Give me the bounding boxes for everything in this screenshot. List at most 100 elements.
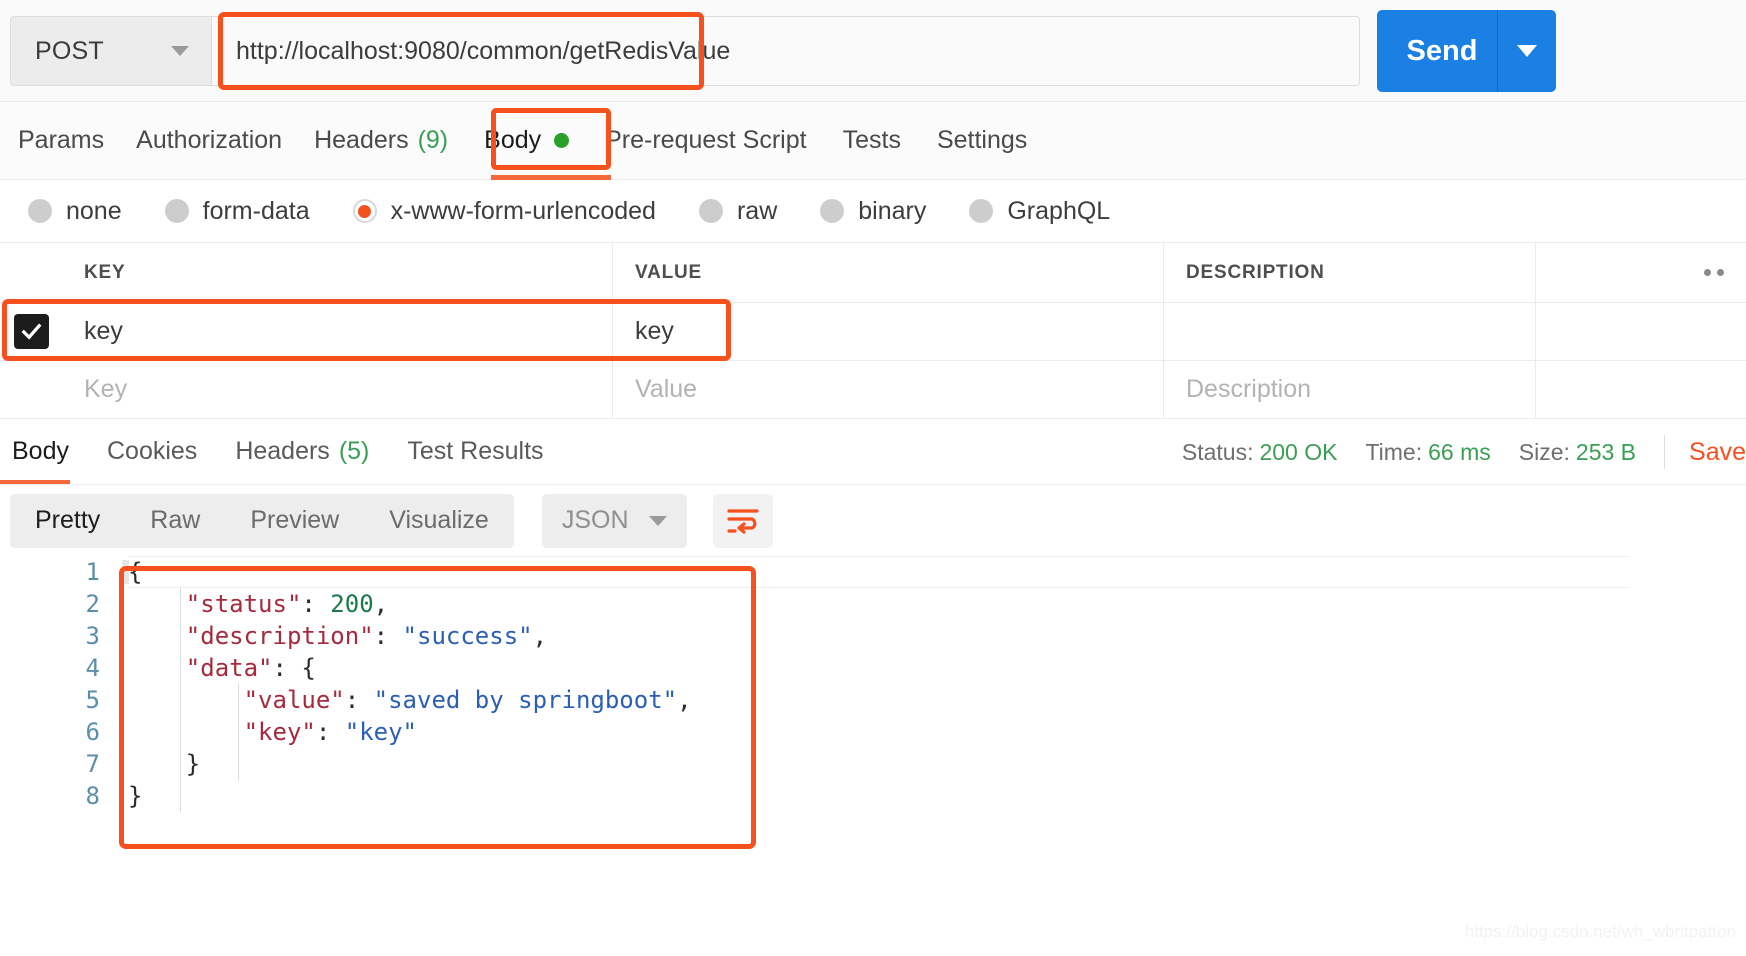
- code-token: :: [316, 718, 345, 746]
- response-tab-label: Cookies: [107, 437, 197, 466]
- checkbox-checked-icon: [14, 314, 49, 349]
- response-tabs: Body Cookies Headers(5) Test Results Status…: [0, 418, 1746, 484]
- row-checkbox-empty[interactable]: [0, 361, 62, 418]
- body-type-form-data[interactable]: form-data: [165, 197, 310, 226]
- code-line: "key": "key": [128, 716, 1746, 748]
- url-input-value: http://localhost:9080/common/getRedisVal…: [212, 37, 730, 66]
- body-type-x-www-form-urlencoded[interactable]: x-www-form-urlencoded: [353, 197, 656, 226]
- watermark-text: https://blog.csdn.net/wh_wbritpatton: [1465, 922, 1736, 942]
- request-tab-tests[interactable]: Tests: [843, 102, 901, 180]
- view-mode-visualize[interactable]: Visualize: [364, 506, 514, 535]
- http-method-selector[interactable]: POST: [10, 16, 212, 86]
- save-response-link[interactable]: Save: [1689, 438, 1746, 467]
- body-type-binary[interactable]: binary: [820, 197, 926, 226]
- chevron-down-icon: [171, 46, 189, 56]
- view-mode-preview[interactable]: Preview: [225, 506, 364, 535]
- body-type-label: none: [66, 197, 122, 226]
- response-tab-cookies[interactable]: Cookies: [107, 419, 197, 485]
- body-tab-active-underline: [491, 175, 611, 180]
- radio-unselected-icon: [28, 199, 52, 223]
- bulk-edit-dots-icon[interactable]: [1536, 243, 1746, 302]
- code-line: }: [128, 748, 1746, 780]
- status-badge: Status:200 OK: [1182, 439, 1338, 466]
- response-format-selector[interactable]: JSON: [542, 494, 687, 548]
- code-token: [128, 718, 244, 746]
- new-row-actions: [1536, 361, 1746, 418]
- response-view-toolbar: PrettyRawPreviewVisualize JSON: [0, 484, 1746, 556]
- row-checkbox[interactable]: [0, 303, 62, 360]
- body-type-label: binary: [858, 197, 926, 226]
- body-type-label: raw: [737, 197, 777, 226]
- request-tab-settings[interactable]: Settings: [937, 102, 1027, 180]
- line-number: 1: [0, 556, 122, 588]
- code-token: "saved by springboot": [374, 686, 677, 714]
- time-badge: Time:66 ms: [1365, 439, 1490, 466]
- row-key-input[interactable]: key: [62, 303, 613, 360]
- code-token: [128, 686, 244, 714]
- wrap-text-icon[interactable]: [713, 494, 773, 548]
- request-tab-body[interactable]: Body: [484, 102, 569, 180]
- request-tab-label: Body: [484, 126, 541, 155]
- header-description: DESCRIPTION: [1164, 243, 1536, 302]
- code-token: [128, 654, 186, 682]
- response-tab-label: Headers: [235, 437, 330, 466]
- new-description-input[interactable]: Description: [1164, 361, 1536, 418]
- request-tab-count: (9): [418, 126, 449, 155]
- code-token: "status": [186, 590, 302, 618]
- code-token: :: [345, 686, 374, 714]
- line-number: 4: [0, 652, 122, 684]
- code-token: "value": [244, 686, 345, 714]
- code-token: :: [374, 622, 403, 650]
- request-tab-label: Authorization: [136, 126, 282, 155]
- body-type-raw[interactable]: raw: [699, 197, 777, 226]
- view-mode-segmented-control: PrettyRawPreviewVisualize: [10, 494, 514, 548]
- line-number: 7: [0, 748, 122, 780]
- response-tab-headers[interactable]: Headers(5): [235, 419, 369, 485]
- code-token: 200: [330, 590, 373, 618]
- line-number: 3: [0, 620, 122, 652]
- code-token: }: [128, 750, 200, 778]
- line-number: 5: [0, 684, 122, 716]
- header-checkbox-cell: [0, 243, 62, 302]
- table-row: key key: [0, 302, 1746, 360]
- view-mode-pretty[interactable]: Pretty: [10, 506, 125, 535]
- request-tab-pre-request-script[interactable]: Pre-request Script: [605, 102, 806, 180]
- size-badge: Size:253 B: [1519, 439, 1636, 466]
- radio-unselected-icon: [969, 199, 993, 223]
- body-type-label: x-www-form-urlencoded: [391, 197, 656, 226]
- request-tabs: Params Authorization Headers(9) Body Pre-req…: [0, 102, 1746, 180]
- line-number: 6: [0, 716, 122, 748]
- header-key: KEY: [62, 243, 613, 302]
- url-input[interactable]: http://localhost:9080/common/getRedisVal…: [212, 16, 1360, 86]
- new-key-input[interactable]: Key: [62, 361, 613, 418]
- view-mode-raw[interactable]: Raw: [125, 506, 225, 535]
- send-options-button[interactable]: [1498, 45, 1556, 57]
- response-tab-body[interactable]: Body: [12, 419, 69, 485]
- new-value-input[interactable]: Value: [613, 361, 1164, 418]
- code-token: }: [128, 782, 142, 810]
- dots-glyph: [1704, 269, 1724, 276]
- row-value-input[interactable]: key: [613, 303, 1164, 360]
- response-tab-test-results[interactable]: Test Results: [407, 419, 543, 485]
- radio-unselected-icon: [165, 199, 189, 223]
- code-token: ,: [533, 622, 547, 650]
- body-type-graphql[interactable]: GraphQL: [969, 197, 1110, 226]
- response-meta: Status:200 OK Time:66 ms Size:253 B Save: [1182, 419, 1746, 485]
- code-token: : {: [273, 654, 316, 682]
- radio-unselected-icon: [699, 199, 723, 223]
- response-body-json-viewer[interactable]: 12345678 { "status": 200, "description":…: [0, 556, 1746, 856]
- request-url-bar: POST http://localhost:9080/common/getRed…: [0, 0, 1746, 102]
- response-tab-label: Test Results: [407, 437, 543, 466]
- row-description-input[interactable]: [1164, 303, 1536, 360]
- code-line: "value": "saved by springboot",: [128, 684, 1746, 716]
- request-tab-headers[interactable]: Headers(9): [314, 102, 448, 180]
- send-button[interactable]: Send: [1377, 10, 1556, 92]
- code-token: "success": [403, 622, 533, 650]
- table-header-row: KEY VALUE DESCRIPTION: [0, 242, 1746, 302]
- request-tab-params[interactable]: Params: [18, 102, 104, 180]
- code-line: "description": "success",: [128, 620, 1746, 652]
- body-type-label: GraphQL: [1007, 197, 1110, 226]
- request-tab-label: Pre-request Script: [605, 126, 806, 155]
- request-tab-authorization[interactable]: Authorization: [136, 102, 282, 180]
- body-type-none[interactable]: none: [28, 197, 122, 226]
